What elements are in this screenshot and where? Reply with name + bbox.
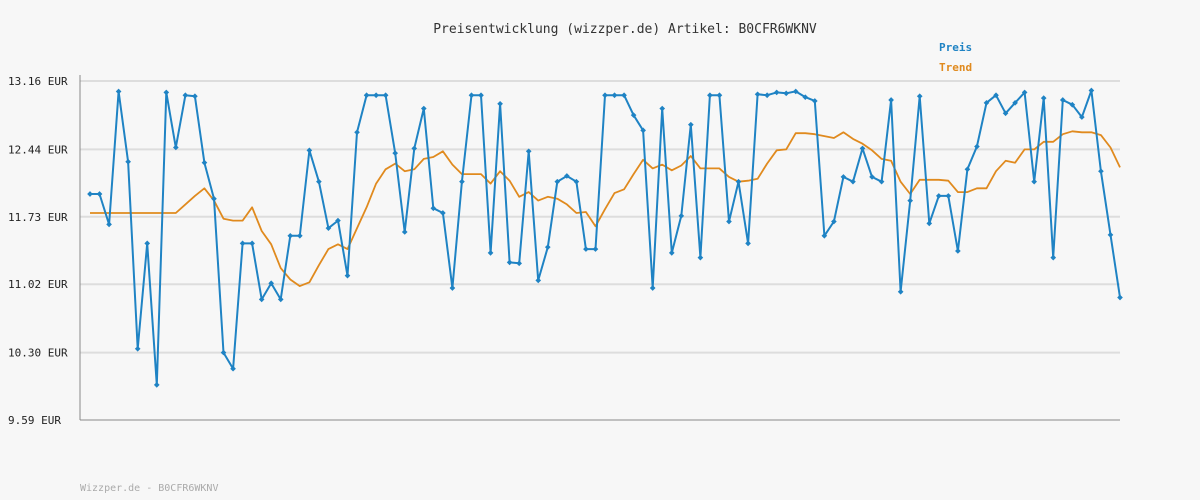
y-tick-label: 11.02 EUR xyxy=(8,278,68,291)
data-point xyxy=(916,93,923,100)
data-point xyxy=(688,121,694,128)
y-tick-labels: 13.16 EUR 12.44 EUR 11.73 EUR 11.02 EUR 10.3… xyxy=(8,75,68,427)
data-point xyxy=(296,232,303,239)
data-point xyxy=(783,90,790,97)
data-point xyxy=(1088,87,1095,94)
data-point xyxy=(344,272,351,279)
data-point xyxy=(382,92,389,99)
data-point xyxy=(449,285,456,291)
data-point xyxy=(249,240,255,247)
data-point xyxy=(544,244,551,251)
data-point xyxy=(745,240,751,247)
data-point xyxy=(306,147,313,154)
data-point xyxy=(287,232,294,239)
data-point xyxy=(401,229,408,235)
data-point xyxy=(945,193,952,199)
data-point xyxy=(859,145,866,152)
data-point xyxy=(773,89,780,96)
data-point xyxy=(678,213,685,219)
data-point xyxy=(106,221,112,228)
data-point xyxy=(735,178,742,185)
data-point xyxy=(239,240,246,247)
data-point xyxy=(668,250,675,256)
data-point xyxy=(373,92,379,99)
data-point xyxy=(115,88,122,95)
price-chart-svg: Preisentwicklung (wizzper.de) Artikel: B… xyxy=(8,22,1123,494)
data-point xyxy=(649,285,656,291)
price-chart: Preisentwicklung (wizzper.de) Artikel: B… xyxy=(0,0,1200,500)
data-point xyxy=(1040,95,1047,101)
series-line-trend xyxy=(90,130,1121,288)
axes xyxy=(79,75,1120,421)
data-point xyxy=(316,178,322,185)
data-point xyxy=(134,345,141,352)
data-point xyxy=(144,240,151,247)
data-point xyxy=(478,92,484,99)
data-point xyxy=(87,191,93,197)
data-point xyxy=(726,218,732,225)
data-point xyxy=(935,193,942,199)
data-point xyxy=(201,159,208,166)
data-point xyxy=(163,89,170,96)
data-point xyxy=(1107,232,1114,238)
data-point xyxy=(153,382,160,388)
data-point xyxy=(888,97,894,103)
data-point xyxy=(583,246,589,252)
series xyxy=(87,87,1123,388)
data-point xyxy=(697,254,704,261)
data-point xyxy=(535,277,542,284)
data-point xyxy=(592,246,599,252)
series-line-preis xyxy=(90,89,1121,386)
data-point xyxy=(955,248,961,254)
legend-preis: Preis xyxy=(939,41,972,54)
data-point xyxy=(420,105,427,112)
data-point xyxy=(1098,168,1104,175)
data-point xyxy=(354,129,360,136)
data-point xyxy=(659,105,666,112)
data-point xyxy=(611,92,618,99)
data-point xyxy=(707,92,713,99)
data-point xyxy=(811,98,818,104)
legend: Preis Trend xyxy=(939,41,972,74)
data-point xyxy=(392,150,399,156)
data-point xyxy=(907,197,914,204)
y-tick-label: 10.30 EUR xyxy=(8,347,68,360)
data-point xyxy=(516,260,522,267)
data-point xyxy=(468,92,475,99)
data-point xyxy=(192,93,198,100)
data-point xyxy=(1031,178,1037,185)
legend-trend: Trend xyxy=(939,61,972,74)
y-tick-label: 13.16 EUR xyxy=(8,75,68,88)
data-point xyxy=(764,92,770,99)
data-point xyxy=(897,288,904,295)
data-point xyxy=(459,178,465,185)
data-point xyxy=(411,145,418,152)
data-point xyxy=(1117,294,1123,301)
data-point xyxy=(716,92,723,99)
data-point xyxy=(926,220,933,227)
data-point xyxy=(96,191,103,197)
y-tick-label: 11.73 EUR xyxy=(8,211,68,224)
data-point xyxy=(363,92,370,99)
data-point xyxy=(497,100,503,107)
data-point xyxy=(602,92,608,99)
data-point xyxy=(487,250,494,256)
data-point xyxy=(754,91,761,98)
data-point xyxy=(1050,254,1057,261)
data-point xyxy=(182,92,189,99)
y-tick-label: 12.44 EUR xyxy=(8,143,68,156)
chart-title: Preisentwicklung (wizzper.de) Artikel: B… xyxy=(433,22,817,37)
data-point xyxy=(125,158,131,165)
chart-footer: Wizzper.de - B0CFR6WKNV xyxy=(80,483,218,494)
data-point xyxy=(964,166,971,173)
data-point xyxy=(506,259,513,266)
y-tick-label: 9.59 EUR xyxy=(8,414,61,427)
